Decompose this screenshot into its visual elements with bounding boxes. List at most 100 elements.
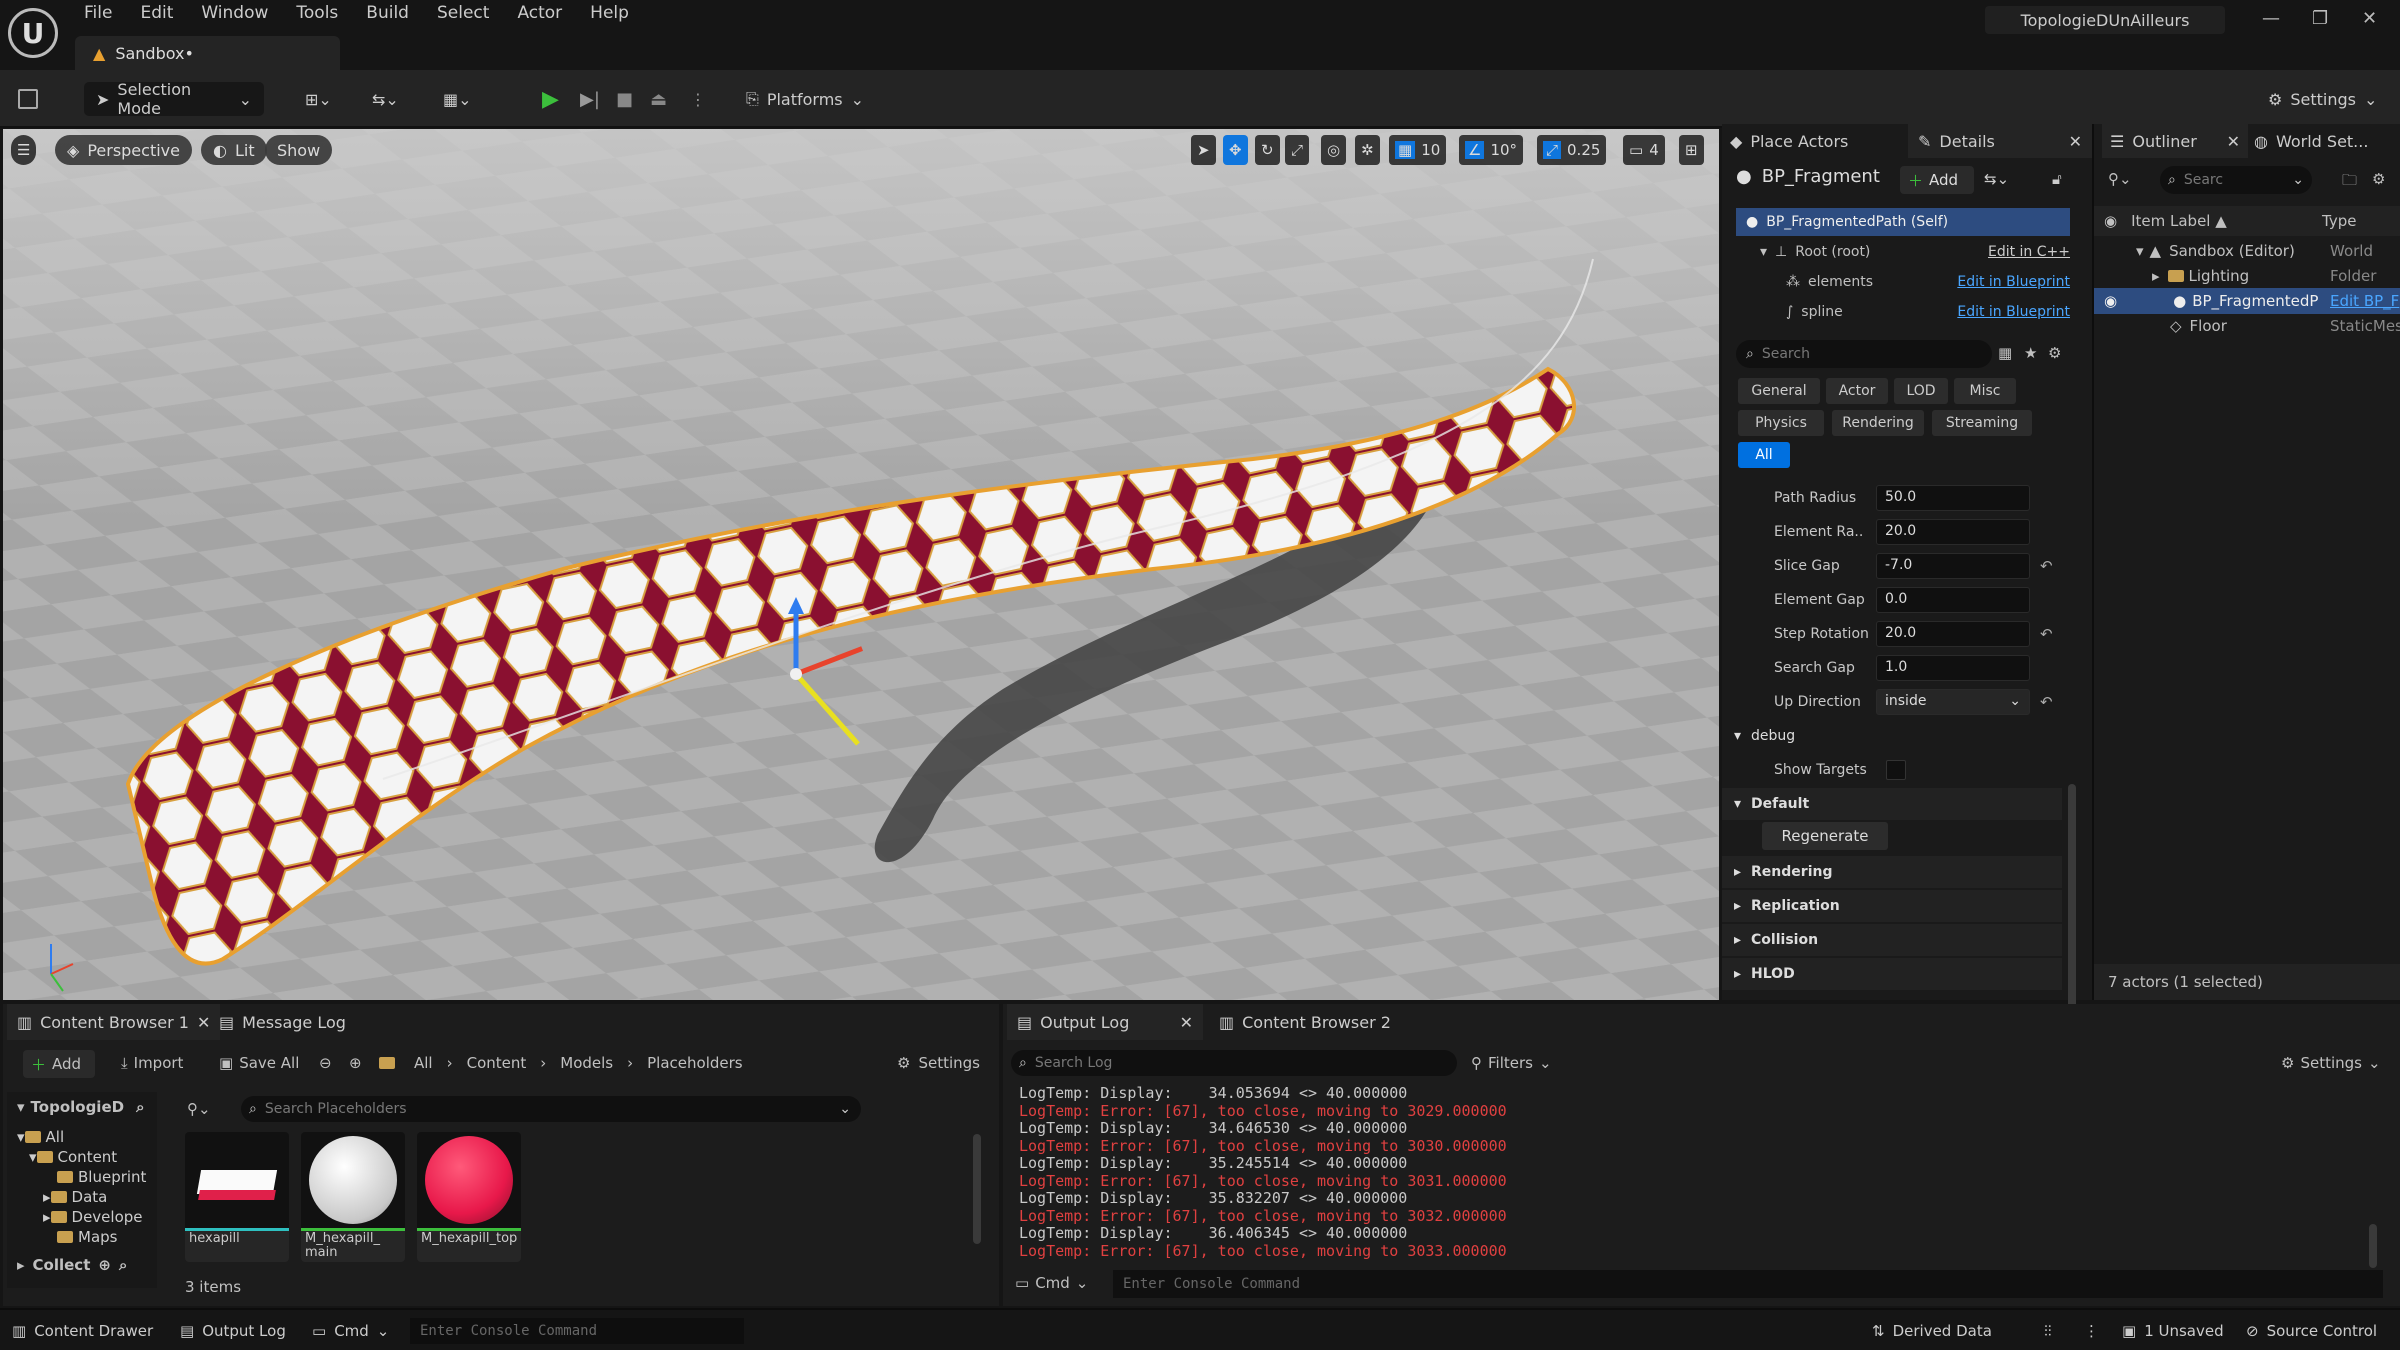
camera-speed-button[interactable]: ▭ 4 [1623,135,1665,165]
reset-arrow-icon[interactable]: ↶ [2040,625,2053,643]
add-content-icon[interactable]: ⊞⌄ [305,82,332,116]
tab-content-browser-2[interactable]: ▥ Content Browser 2 [1209,1004,1401,1040]
platforms-dropdown[interactable]: ⎘ Platforms ⌄ [746,82,864,116]
grid-snap-toggle[interactable]: ▦ 10 [1389,135,1447,165]
show-targets-checkbox[interactable] [1886,760,1906,780]
element-radius-input[interactable]: 20.0 [1876,519,2030,545]
close-window-icon[interactable]: ✕ [2362,8,2377,29]
outliner-search-input[interactable]: ⌕ Searc ⌄ [2160,166,2312,194]
component-root[interactable]: ▾ ⊥ Root (root) Edit in C++ [1760,238,2070,266]
edit-in-blueprint-link[interactable]: Edit in Blueprint [1957,304,2070,320]
unsaved-button[interactable]: ▣ 1 Unsaved [2122,1318,2224,1344]
table-view-icon[interactable]: ▦ [1998,344,2012,362]
derived-data-button[interactable]: ⇅ Derived Data [1872,1318,1992,1344]
step-icon[interactable]: ▶| [580,82,600,116]
content-settings-button[interactable]: ⚙ Settings [897,1054,980,1072]
more-icon[interactable]: ⋮ [2084,1318,2099,1344]
more-options-icon[interactable]: ⋮ [690,82,706,116]
tree-root[interactable]: ▾ TopologieD ⌕ [17,1098,144,1116]
select-tool-icon[interactable]: ➤ [1191,135,1216,165]
cinematics-icon[interactable]: ▦⌄ [443,82,472,116]
add-button[interactable]: ＋ Add [23,1050,95,1078]
scale-snap-toggle[interactable]: ⤢ 0.25 [1537,135,1607,165]
tree-all[interactable]: ▾ All [17,1128,64,1146]
content-search-input[interactable]: ⌕ Search Placeholders ⌄ [241,1096,861,1122]
close-icon[interactable]: ✕ [2069,132,2082,151]
trace-icon[interactable]: ⫶⫶ [2044,1318,2052,1344]
tab-world-settings[interactable]: ◍ World Set... [2254,124,2368,158]
details-search-input[interactable]: ⌕ Search [1736,340,1992,368]
search-icon[interactable]: ⌕ [136,1098,144,1116]
outliner-row-bp-fragmented[interactable]: ◉ ● BP_FragmentedP Edit BP_F [2094,288,2400,314]
favorite-star-icon[interactable]: ★ [2024,344,2037,362]
menu-file[interactable]: File [70,0,126,28]
add-collection-icon[interactable]: ⊕ [98,1256,111,1274]
search-icon[interactable]: ⌕ [119,1256,127,1274]
up-direction-select[interactable]: inside ⌄ [1876,689,2030,715]
asset-tile[interactable]: M_hexapill_ main [301,1132,405,1262]
stop-icon[interactable]: ■ [616,82,633,116]
lock-icon[interactable]: 🔓︎ [2052,170,2062,188]
console-command-input[interactable]: Enter Console Command [1113,1270,2383,1298]
level-viewport[interactable]: ☰ ◈ Perspective ◐ Lit Show ➤ ✥ ↻ ⤢ ◎ ✲ ▦… [3,129,1719,1000]
crumb-placeholders[interactable]: Placeholders [647,1054,742,1072]
element-gap-input[interactable]: 0.0 [1876,587,2030,613]
translate-tool-icon[interactable]: ✥ [1223,135,1248,165]
play-icon[interactable]: ▶ [542,82,559,116]
filter-icon[interactable]: ⚲⌄ [2108,170,2132,188]
filter-actor[interactable]: Actor [1826,378,1888,404]
back-icon[interactable]: ⊖ [319,1054,332,1072]
status-console-input[interactable]: Enter Console Command [410,1318,744,1344]
slice-gap-input[interactable]: -7.0 [1876,553,2030,579]
collections-section[interactable]: ▸ Collect ⊕ ⌕ [17,1256,127,1274]
add-folder-icon[interactable]: 🗀︎ [2342,170,2357,195]
column-type[interactable]: Type [2322,212,2356,230]
tab-message-log[interactable]: ▤ Message Log [209,1004,356,1040]
outliner-row-floor[interactable]: ◇ Floor StaticMes [2094,313,2400,339]
category-replication[interactable]: ▸ Replication [1722,890,2062,922]
column-item-label[interactable]: Item Label ▲ [2131,212,2227,230]
unreal-logo-icon[interactable]: U [8,8,58,58]
component-self[interactable]: ● BP_FragmentedPath (Self) [1736,208,2070,236]
search-gap-input[interactable]: 1.0 [1876,655,2030,681]
save-all-button[interactable]: ▣ Save All [219,1054,299,1072]
viewport-menu-icon[interactable]: ☰ [11,135,37,165]
perspective-button[interactable]: ◈ Perspective [55,135,192,165]
reset-arrow-icon[interactable]: ↶ [2040,557,2053,575]
asset-tile[interactable]: hexapill [185,1132,289,1262]
eject-icon[interactable]: ⏏ [650,82,667,116]
menu-actor[interactable]: Actor [503,0,576,28]
selection-mode-dropdown[interactable]: ➤ Selection Mode ⌄ [84,80,264,118]
viewport-scene[interactable] [3,129,1719,1000]
filter-misc[interactable]: Misc [1954,378,2016,404]
filter-general[interactable]: General [1738,378,1820,404]
edit-in-cpp-link[interactable]: Edit in C++ [1988,244,2070,260]
scale-tool-icon[interactable]: ⤢ [1285,135,1310,165]
output-log-button[interactable]: ▤ Output Log [180,1318,286,1344]
path-radius-input[interactable]: 50.0 [1876,485,2030,511]
tree-blueprint[interactable]: Blueprint [57,1168,146,1186]
visibility-eye-icon[interactable]: ◉ [2104,292,2117,310]
step-rotation-input[interactable]: 20.0 [1876,621,2030,647]
edit-blueprint-link[interactable]: Edit BP_F [2330,292,2399,310]
restore-icon[interactable]: ❐ [2312,8,2328,29]
tab-outliner[interactable]: ☰ Outliner ✕ [2102,124,2248,158]
component-spline[interactable]: ∫ spline Edit in Blueprint [1786,298,2070,326]
component-elements[interactable]: ⁂ elements Edit in Blueprint [1786,268,2070,296]
category-rendering[interactable]: ▸ Rendering [1722,856,2062,888]
regenerate-button[interactable]: Regenerate [1762,822,1888,850]
menu-edit[interactable]: Edit [126,0,187,28]
minimize-icon[interactable]: — [2262,8,2280,29]
menu-select[interactable]: Select [423,0,503,28]
log-settings-dropdown[interactable]: ⚙ Settings ⌄ [2281,1054,2381,1072]
content-scrollbar[interactable] [973,1134,981,1244]
add-component-button[interactable]: ＋ Add [1900,166,1974,194]
tree-data[interactable]: ▸ Data [43,1188,107,1206]
outliner-row-lighting[interactable]: ▸ Lighting Folder [2094,263,2400,289]
tab-details[interactable]: ✎ Details ✕ [1908,124,2092,158]
import-button[interactable]: ⤓ Import [121,1054,183,1072]
rotate-tool-icon[interactable]: ↻ [1255,135,1280,165]
menu-help[interactable]: Help [576,0,643,28]
content-drawer-button[interactable]: ▥ Content Drawer [12,1318,153,1344]
reset-arrow-icon[interactable]: ↶ [2040,693,2053,711]
